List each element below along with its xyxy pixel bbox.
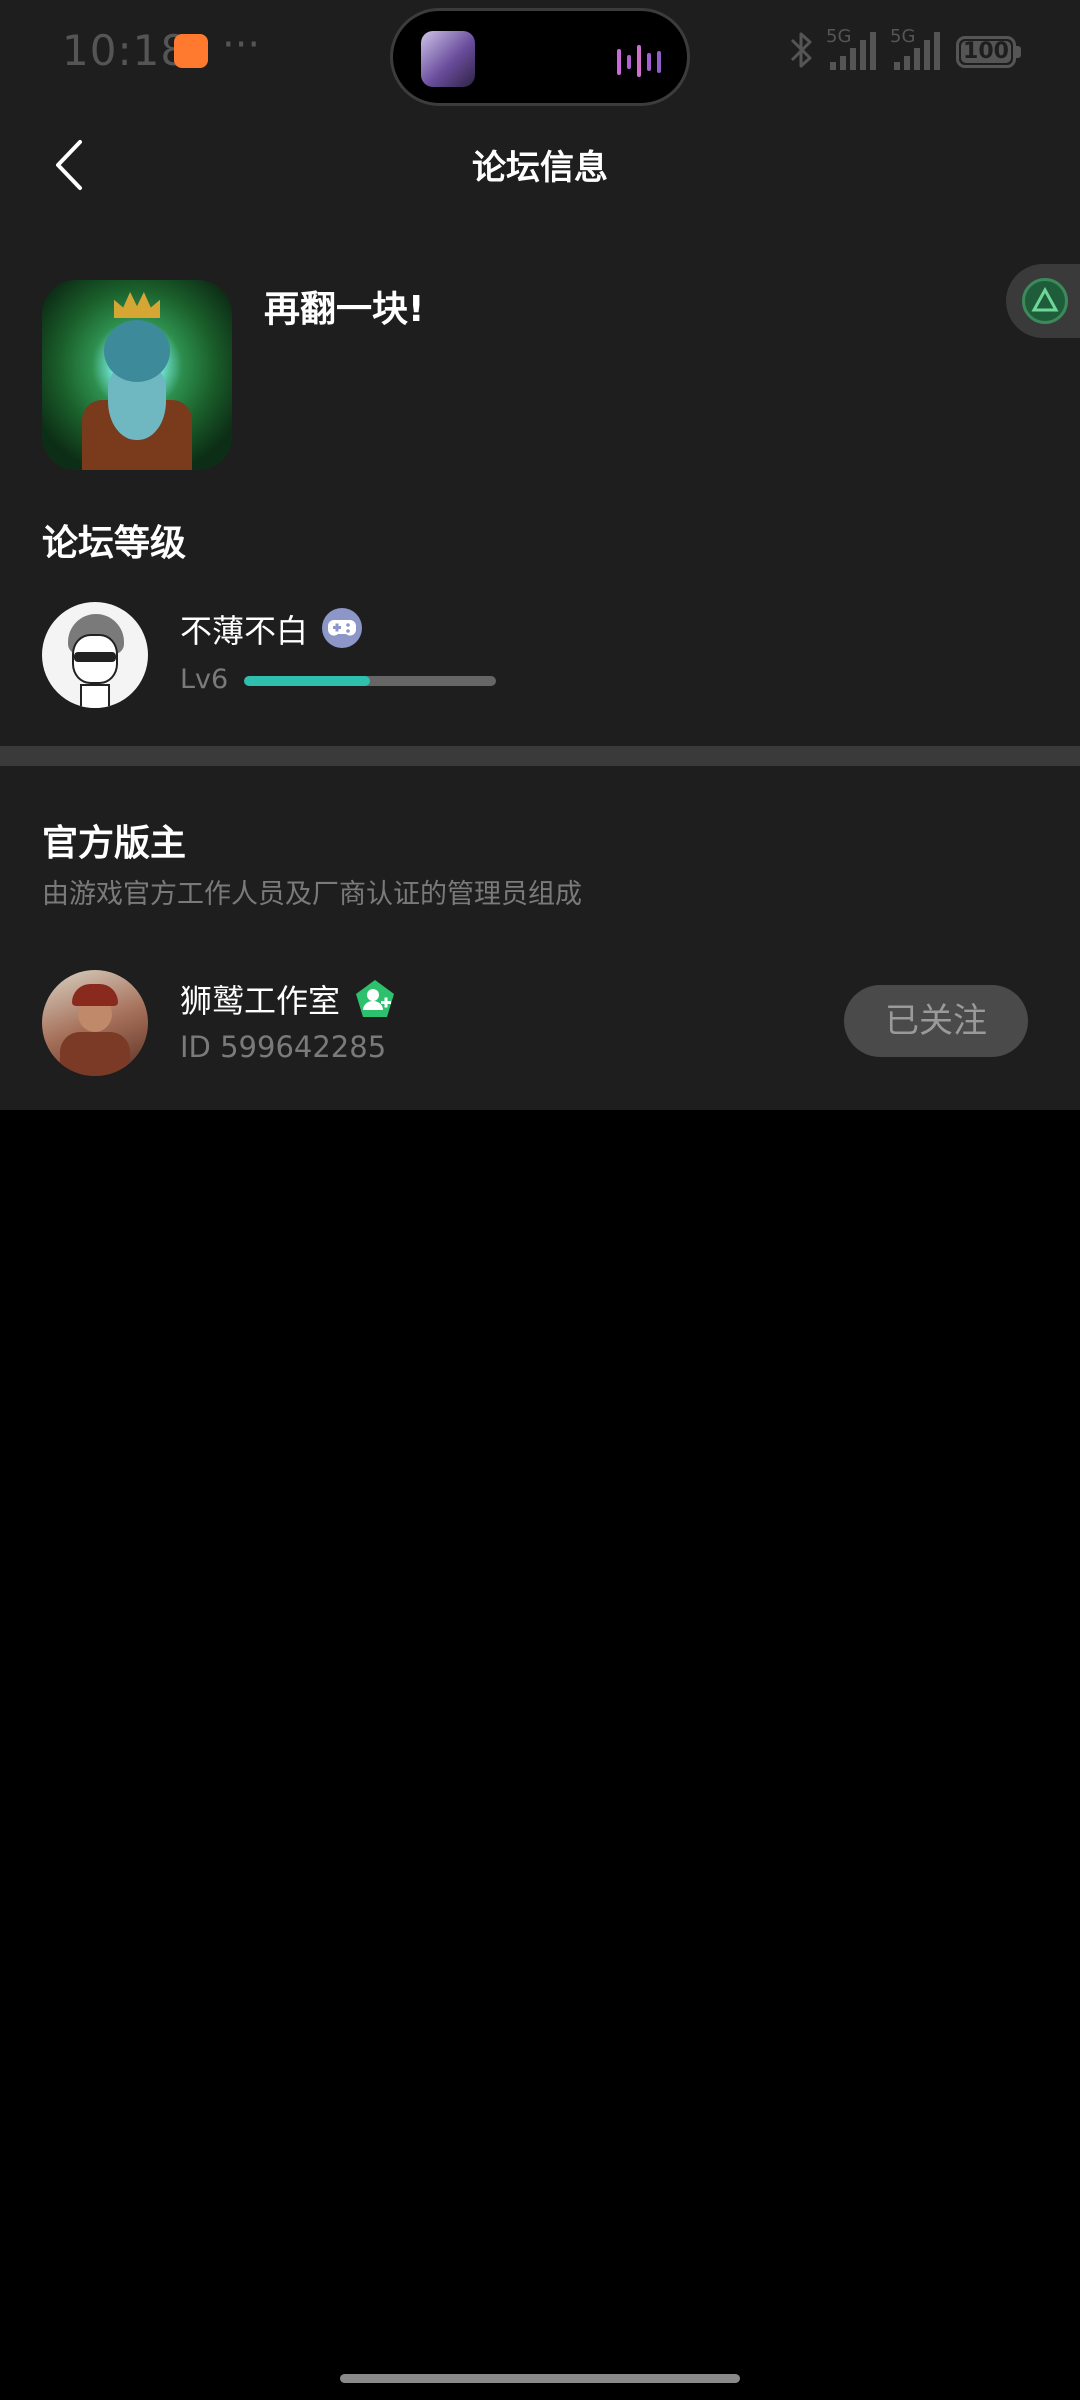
home-indicator[interactable] xyxy=(340,2374,740,2383)
page-title: 论坛信息 xyxy=(472,148,608,188)
floating-assistant-button[interactable] xyxy=(1006,264,1080,338)
signal-strength-icon-2: 5G xyxy=(890,26,950,74)
user-name: 不薄不白 xyxy=(180,612,309,650)
battery-level: 100 xyxy=(963,39,1009,64)
forum-game-icon[interactable] xyxy=(42,280,232,470)
forum-level-title: 论坛等级 xyxy=(42,523,187,564)
section-divider xyxy=(0,746,1080,766)
followed-button[interactable]: 已关注 xyxy=(844,985,1028,1057)
forum-name: 再翻一块! xyxy=(264,289,425,330)
moderators-description: 由游戏官方工作人员及厂商认证的管理员组成 xyxy=(42,879,582,910)
bluetooth-icon xyxy=(790,32,812,68)
official-moderators-title: 官方版主 xyxy=(42,823,187,864)
notification-app-icon xyxy=(174,34,208,68)
media-thumbnail xyxy=(421,31,475,87)
gamepad-badge-icon xyxy=(322,608,362,648)
level-progress-fill xyxy=(244,676,370,686)
dynamic-island[interactable] xyxy=(390,8,690,106)
battery-nub xyxy=(1016,46,1021,58)
verified-moderator-icon xyxy=(356,980,394,1017)
user-avatar[interactable] xyxy=(42,602,148,708)
level-progress-bar xyxy=(244,676,496,686)
assistant-icon xyxy=(1022,278,1068,324)
signal-strength-icon-1: 5G xyxy=(826,26,886,74)
user-level: Lv6 xyxy=(180,664,229,695)
battery-icon: 100 xyxy=(956,36,1016,68)
status-time: 10:18 xyxy=(62,26,189,75)
moderator-id: ID 599642285 xyxy=(180,1030,387,1064)
audio-wave-icon xyxy=(617,45,661,77)
moderator-avatar[interactable] xyxy=(42,970,148,1076)
moderator-name: 狮鹫工作室 xyxy=(180,982,341,1020)
more-notifications-icon: ··· xyxy=(222,22,261,68)
